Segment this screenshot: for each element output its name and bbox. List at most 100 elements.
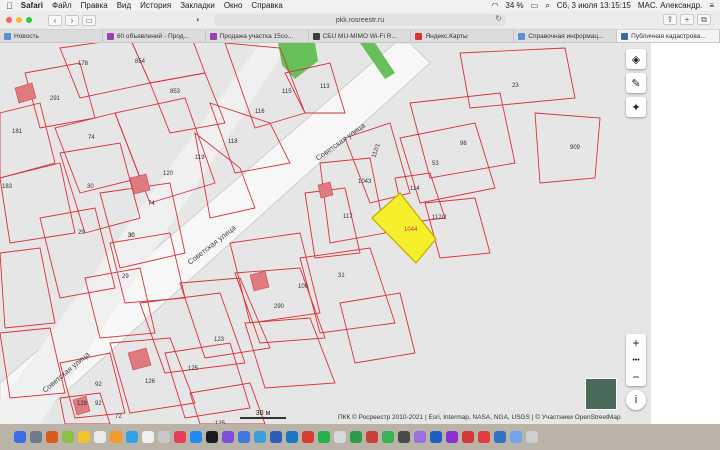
ruler-icon[interactable]: ✎: [626, 73, 646, 93]
parcel-number: 53: [432, 161, 439, 167]
reload-icon[interactable]: ↻: [495, 14, 502, 23]
cadastral-map[interactable]: 1044 Советская улица Советская улица Сов…: [0, 43, 651, 424]
parcel-number: 118: [228, 139, 238, 145]
favicon-icon: [518, 32, 526, 40]
search-icon[interactable]: ⌕: [545, 1, 549, 11]
dock-app-icon[interactable]: [270, 431, 282, 443]
dock-app-icon[interactable]: [206, 431, 218, 443]
tab-router[interactable]: CБU MU-MIMO Wi-Fi R...: [309, 30, 412, 42]
menu-help[interactable]: Справка: [251, 1, 282, 10]
dock-app-icon[interactable]: [286, 431, 298, 443]
layers-icon[interactable]: ◈: [626, 49, 646, 69]
dock-app-icon[interactable]: [430, 431, 442, 443]
dock-app-icon[interactable]: [238, 431, 250, 443]
parcel-number: 178: [78, 61, 89, 67]
dock-app-icon[interactable]: [94, 431, 106, 443]
menu-window[interactable]: Окно: [224, 1, 243, 10]
dock-app-icon[interactable]: [366, 431, 378, 443]
minimap-thumbnail[interactable]: [585, 378, 617, 410]
locate-icon[interactable]: ✦: [626, 97, 646, 117]
tab-cadastral-map[interactable]: Публичная кадастрова...: [617, 30, 720, 42]
parcel-number: 74: [88, 135, 95, 141]
dock-app-icon[interactable]: [62, 431, 74, 443]
dock-app-icon[interactable]: [158, 431, 170, 443]
tab-label: Яндекс.Карты: [425, 32, 468, 40]
tab-yandex-maps[interactable]: Яндекс.Карты: [411, 30, 515, 42]
tab-listings[interactable]: 60 объявлений - Прод...: [103, 30, 206, 42]
sidebar-toggle-icon[interactable]: ▭: [82, 14, 96, 26]
menu-history[interactable]: История: [140, 1, 171, 10]
tab-bar: Новость 60 объявлений - Прод... Продажа …: [0, 30, 720, 43]
tab-label: Публичная кадастрова...: [631, 32, 706, 40]
forward-button[interactable]: ›: [65, 14, 79, 26]
dock-app-icon[interactable]: [478, 431, 490, 443]
dock-app-icon[interactable]: [78, 431, 90, 443]
dock-app-icon[interactable]: [254, 431, 266, 443]
dock-app-icon[interactable]: [14, 431, 26, 443]
shield-icon[interactable]: ◐: [196, 15, 201, 24]
close-window-button[interactable]: [6, 17, 12, 23]
zoom-slider[interactable]: •••: [632, 357, 639, 364]
dock-app-icon[interactable]: [110, 431, 122, 443]
minimize-window-button[interactable]: [16, 17, 22, 23]
dock-app-icon[interactable]: [222, 431, 234, 443]
parcel-number: 128: [77, 401, 88, 407]
parcel-number: 854: [135, 59, 146, 65]
tab-plot-sale[interactable]: Продажа участка 15со...: [206, 30, 309, 42]
dock-app-icon[interactable]: [126, 431, 138, 443]
dock-app-icon[interactable]: [334, 431, 346, 443]
parcel-number: 116: [255, 109, 265, 115]
map-canvas[interactable]: 1044 Советская улица Советская улица Сов…: [0, 43, 651, 424]
dock-app-icon[interactable]: [302, 431, 314, 443]
parcel-number: 115: [282, 89, 292, 95]
control-center-icon[interactable]: ≡: [709, 1, 714, 10]
dock-app-icon[interactable]: [526, 431, 538, 443]
parcel-number: 119: [195, 155, 205, 161]
map-attribution[interactable]: ПКК © Росреестр 2010-2021 | Esri, Interm…: [338, 414, 621, 421]
dock-app-icon[interactable]: [382, 431, 394, 443]
dock-app-icon[interactable]: [494, 431, 506, 443]
dock-app-icon[interactable]: [190, 431, 202, 443]
dock-app-icon[interactable]: [46, 431, 58, 443]
dock-app-icon[interactable]: [350, 431, 362, 443]
parcel-number: 100: [298, 284, 309, 290]
apple-icon[interactable]: : [6, 1, 13, 11]
green-area: [278, 43, 318, 79]
tab-label: Справочная информац...: [528, 32, 604, 40]
user-name[interactable]: MAC. Александр.: [638, 1, 702, 10]
dock-app-icon[interactable]: [174, 431, 186, 443]
tab-label: CБU MU-MIMO Wi-Fi R...: [322, 32, 397, 40]
wifi-icon[interactable]: ◠: [491, 1, 498, 10]
share-icon[interactable]: ⇪: [663, 14, 677, 25]
tab-news[interactable]: Новость: [0, 30, 103, 42]
back-button[interactable]: ‹: [48, 14, 62, 26]
dock-app-icon[interactable]: [446, 431, 458, 443]
parcel-number: 126: [145, 379, 156, 385]
menu-bookmarks[interactable]: Закладки: [180, 1, 215, 10]
tab-reference[interactable]: Справочная информац...: [514, 30, 618, 42]
dock-app-icon[interactable]: [510, 431, 522, 443]
zoom-window-button[interactable]: [26, 17, 32, 23]
tab-overview-icon[interactable]: ⧉: [697, 14, 711, 25]
battery-text[interactable]: 34 %: [505, 1, 523, 10]
menu-file[interactable]: Файл: [52, 1, 72, 10]
dock-app-icon[interactable]: [318, 431, 330, 443]
menu-view[interactable]: Вид: [117, 1, 131, 10]
window-controls: [6, 17, 36, 23]
menu-safari[interactable]: Safari: [21, 1, 43, 10]
dock-app-icon[interactable]: [462, 431, 474, 443]
zoom-in-button[interactable]: +: [632, 336, 639, 350]
info-icon[interactable]: i: [626, 390, 646, 410]
new-tab-button[interactable]: +: [680, 14, 694, 25]
parcel-number: 30: [128, 233, 135, 239]
menu-edit[interactable]: Правка: [81, 1, 108, 10]
right-blank-panel: [651, 43, 720, 424]
datetime[interactable]: Сб, 3 июля 13:15:15: [557, 1, 631, 10]
parcel-number: 31: [338, 273, 345, 279]
dock-app-icon[interactable]: [398, 431, 410, 443]
dock-app-icon[interactable]: [414, 431, 426, 443]
dock-app-icon[interactable]: [142, 431, 154, 443]
zoom-out-button[interactable]: −: [632, 370, 639, 384]
dock-app-icon[interactable]: [30, 431, 42, 443]
address-bar[interactable]: ◐ pkk.rosreestr.ru ↻: [196, 14, 506, 26]
